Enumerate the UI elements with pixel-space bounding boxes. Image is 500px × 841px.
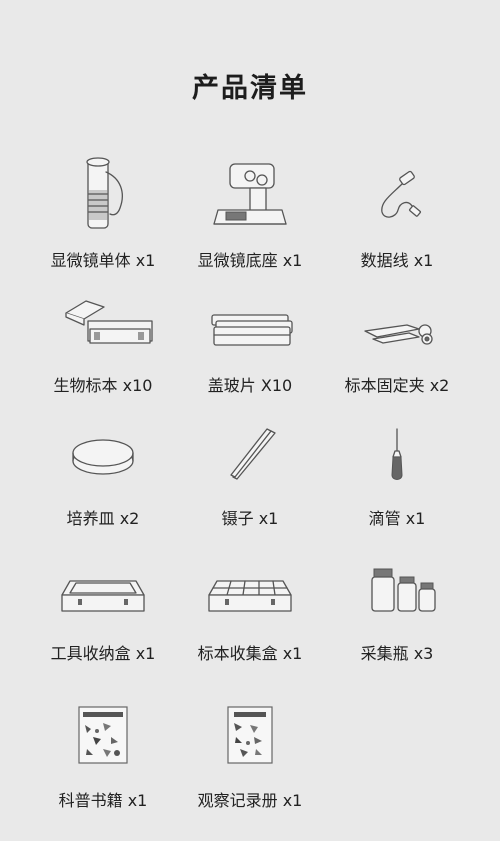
item-label: 科普书籍 x1: [58, 791, 148, 810]
item-label: 滴管 x1: [368, 509, 426, 528]
item-label: 镊子 x1: [221, 509, 279, 528]
item-label: 标本固定夹 x2: [344, 376, 450, 395]
page-title: 产品清单: [192, 73, 308, 104]
item-label: 生物标本 x10: [53, 376, 153, 395]
item-label: 显微镜底座 x1: [197, 251, 303, 270]
item-label: 盖玻片 X10: [207, 376, 293, 395]
item-label: 采集瓶 x3: [360, 644, 434, 663]
item-label: 标本收集盒 x1: [197, 644, 303, 663]
dropper-icon: [314, 425, 480, 515]
item-label: 数据线 x1: [360, 251, 434, 270]
usb-cable-icon: [314, 150, 480, 240]
record-book-icon: [167, 703, 333, 793]
item-label: 观察记录册 x1: [197, 791, 303, 810]
science-book-icon: [20, 703, 186, 793]
item-label: 显微镜单体 x1: [50, 251, 156, 270]
microscope-body-icon: [20, 150, 186, 240]
petri-dish-icon: [20, 425, 186, 515]
tweezers-icon: [167, 425, 333, 515]
item-label: 工具收纳盒 x1: [50, 644, 156, 663]
microscope-base-icon: [167, 150, 333, 240]
item-label: 培养皿 x2: [66, 509, 140, 528]
